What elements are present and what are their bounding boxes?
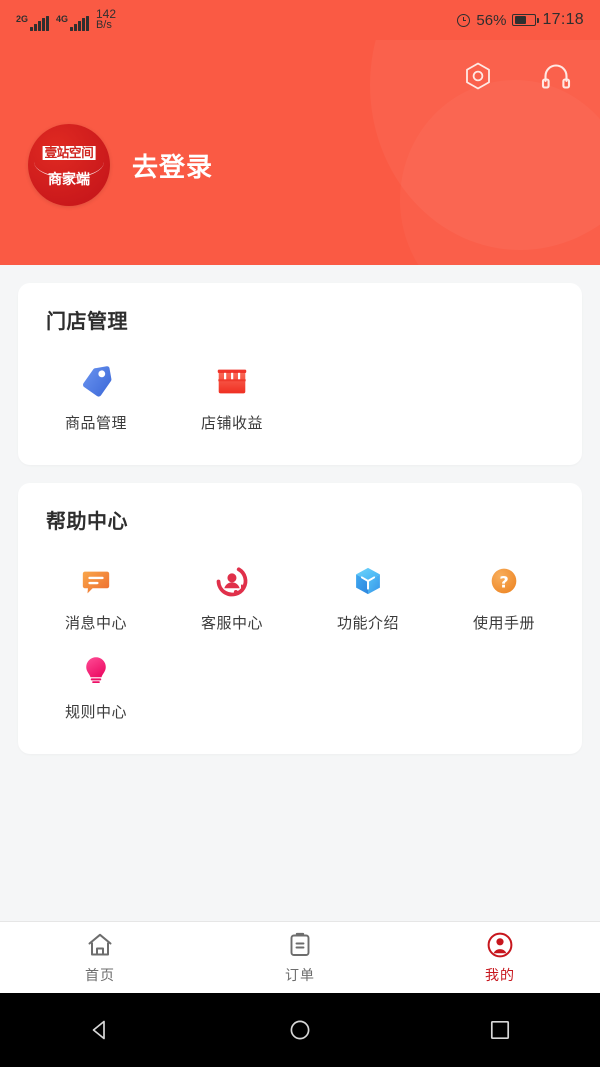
logo-bottom-text: 商家端 xyxy=(48,171,90,189)
menu-item-label: 使用手册 xyxy=(473,612,535,633)
profile-header: 壹站空间 商家端 去登录 xyxy=(0,40,600,265)
menu-item-rule-center[interactable]: 规则中心 xyxy=(28,639,164,728)
header-actions xyxy=(458,56,576,96)
tab-label: 我的 xyxy=(485,965,515,985)
status-bar-right: 56% 17:18 xyxy=(457,11,584,29)
home-icon xyxy=(86,931,114,959)
profile-block[interactable]: 壹站空间 商家端 去登录 xyxy=(28,124,213,206)
store-management-grid: 商品管理 xyxy=(28,350,572,439)
message-icon xyxy=(77,562,115,600)
menu-item-label: 功能介绍 xyxy=(337,612,399,633)
help-center-card: 帮助中心 消息中心 xyxy=(18,483,582,754)
signal-2g-label: 2G xyxy=(16,15,28,24)
menu-item-store-income[interactable]: 店铺收益 xyxy=(164,350,300,439)
tab-home[interactable]: 首页 xyxy=(0,931,200,985)
home-circle-icon[interactable] xyxy=(287,1017,313,1043)
signal-bars-icon xyxy=(70,16,89,31)
tab-label: 首页 xyxy=(85,965,115,985)
network-speed: 142 B/s xyxy=(96,9,116,31)
battery-icon xyxy=(512,14,536,26)
back-icon[interactable] xyxy=(87,1017,113,1043)
app-root: 2G 4G 142 B/s 56% 17:18 xyxy=(0,0,600,1067)
menu-item-label: 规则中心 xyxy=(65,701,127,722)
help-center-title: 帮助中心 xyxy=(28,505,572,534)
orders-clipboard-icon xyxy=(286,931,314,959)
store-management-card: 门店管理 商品管理 xyxy=(18,283,582,465)
profile-person-icon xyxy=(486,931,514,959)
question-icon: ? xyxy=(485,562,523,600)
clock-label: 17:18 xyxy=(542,11,584,29)
android-navigation-bar xyxy=(0,993,600,1067)
menu-item-feature-intro[interactable]: 功能介绍 xyxy=(300,550,436,639)
grid-spacer xyxy=(436,350,572,439)
tag-icon xyxy=(77,362,115,400)
signal-2g: 2G xyxy=(16,16,49,31)
recents-square-icon[interactable] xyxy=(487,1017,513,1043)
bottom-tab-bar: 首页 订单 我的 xyxy=(0,921,600,993)
status-bar: 2G 4G 142 B/s 56% 17:18 xyxy=(0,0,600,40)
store-management-title: 门店管理 xyxy=(28,305,572,334)
headset-icon[interactable] xyxy=(536,56,576,96)
menu-item-message-center[interactable]: 消息中心 xyxy=(28,550,164,639)
status-bar-left: 2G 4G 142 B/s xyxy=(16,9,116,31)
network-speed-unit: B/s xyxy=(96,20,116,31)
go-to-login-button[interactable]: 去登录 xyxy=(132,147,213,184)
menu-item-label: 商品管理 xyxy=(65,412,127,433)
customer-service-icon xyxy=(213,562,251,600)
logo-top-text: 壹站空间 xyxy=(43,146,96,160)
tab-label: 订单 xyxy=(285,965,315,985)
grid-spacer xyxy=(300,639,436,728)
menu-item-label: 客服中心 xyxy=(201,612,263,633)
grid-spacer xyxy=(300,350,436,439)
tab-profile[interactable]: 我的 xyxy=(400,931,600,985)
lightbulb-icon xyxy=(77,651,115,689)
menu-item-product-management[interactable]: 商品管理 xyxy=(28,350,164,439)
grid-spacer xyxy=(436,639,572,728)
scan-icon[interactable] xyxy=(458,56,498,96)
menu-item-user-manual[interactable]: ? 使用手册 xyxy=(436,550,572,639)
shop-icon xyxy=(213,362,251,400)
signal-4g: 4G xyxy=(56,16,89,31)
signal-4g-label: 4G xyxy=(56,15,68,24)
svg-text:?: ? xyxy=(499,572,508,591)
page-content: 门店管理 商品管理 xyxy=(0,265,600,921)
tab-orders[interactable]: 订单 xyxy=(200,931,400,985)
grid-spacer xyxy=(164,639,300,728)
app-logo: 壹站空间 商家端 xyxy=(28,124,110,206)
alarm-icon xyxy=(457,14,470,27)
help-center-grid: 消息中心 客服中心 xyxy=(28,550,572,728)
menu-item-label: 店铺收益 xyxy=(201,412,263,433)
signal-bars-icon xyxy=(30,16,49,31)
battery-percent-label: 56% xyxy=(476,12,506,29)
menu-item-customer-service[interactable]: 客服中心 xyxy=(164,550,300,639)
cube-icon xyxy=(349,562,387,600)
menu-item-label: 消息中心 xyxy=(65,612,127,633)
